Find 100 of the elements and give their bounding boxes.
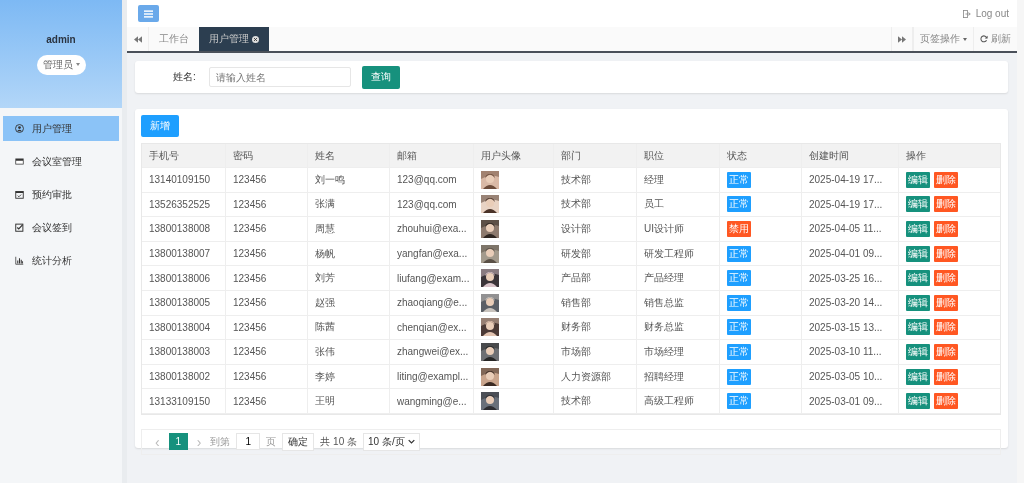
delete-button[interactable]: 删除: [934, 319, 958, 336]
refresh-icon: [980, 35, 988, 43]
field-label: 姓名:: [173, 70, 197, 84]
tab-actions-dropdown[interactable]: 页签操作: [913, 27, 973, 51]
double-left-arrow-icon: [133, 35, 142, 43]
page-input[interactable]: 1: [236, 433, 261, 451]
table-cell: 杨帆: [308, 241, 390, 266]
user-name: admin: [46, 33, 76, 45]
calendar-icon: [15, 190, 24, 199]
edit-button[interactable]: 编辑: [906, 294, 930, 311]
table-cell: 技术部: [554, 389, 637, 413]
status-tag: 正常: [727, 393, 751, 410]
column-header: 操作: [905, 148, 927, 163]
role-dropdown[interactable]: 管理员: [36, 54, 86, 75]
edit-button[interactable]: 编辑: [906, 171, 930, 188]
table-cell: 2025-04-19 17...: [802, 168, 899, 192]
table-cell: 123456: [226, 266, 308, 290]
page-button[interactable]: 1: [168, 433, 188, 451]
column-header: 手机号: [142, 144, 226, 167]
table-cell: 2025-04-01 09...: [802, 241, 899, 266]
next-page-button[interactable]: ›: [193, 433, 205, 450]
table-cell: yangfan@exa...: [390, 241, 474, 266]
column-header: 部门: [554, 144, 637, 167]
status-tag: 正常: [727, 245, 751, 262]
edit-button[interactable]: 编辑: [906, 319, 930, 336]
delete-button[interactable]: 删除: [934, 270, 958, 287]
confirm-button[interactable]: 确定: [282, 432, 315, 451]
table-cell: 陈茜: [308, 315, 390, 340]
delete-button[interactable]: 删除: [934, 196, 958, 213]
status-tag: 禁用: [727, 221, 751, 237]
table-cell: 123@qq.com: [390, 192, 474, 217]
menu-icon: [144, 9, 153, 18]
logout-button[interactable]: Log out: [962, 8, 1009, 19]
caret-icon: [75, 63, 80, 66]
status-tag: 正常: [727, 368, 751, 385]
delete-button[interactable]: 删除: [934, 221, 958, 237]
edit-button[interactable]: 编辑: [906, 221, 930, 237]
table-cell: 销售部: [554, 290, 637, 315]
delete-button[interactable]: 删除: [934, 343, 958, 360]
table-cell: 刘一鸣: [308, 168, 390, 192]
table-cell: 123456: [226, 364, 308, 389]
column-header: 邮箱: [390, 144, 474, 167]
table-cell: 研发工程师: [637, 241, 720, 266]
table-cell: 设计部: [554, 217, 637, 241]
sidebar-item[interactable]: 会议签到: [3, 215, 119, 240]
tab[interactable]: 工作台: [149, 27, 199, 51]
name-search-field[interactable]: 请输入姓名: [209, 67, 351, 87]
sidebar-item[interactable]: 会议室管理: [3, 149, 119, 174]
edit-button[interactable]: 编辑: [906, 393, 930, 410]
edit-button[interactable]: 编辑: [906, 343, 930, 360]
delete-button[interactable]: 删除: [934, 245, 958, 262]
table-cell: 2025-03-05 10...: [802, 364, 899, 389]
previous-page-button[interactable]: ‹: [152, 433, 163, 450]
logout-icon: [962, 9, 971, 18]
status-tag: 正常: [727, 319, 751, 336]
delete-button[interactable]: 删除: [934, 368, 958, 385]
chevron-down-icon: [407, 439, 415, 445]
table-cell: 经理: [637, 168, 720, 192]
table-cell: 员工: [637, 192, 720, 217]
table-cell: zhangwei@ex...: [390, 340, 474, 364]
table-cell: 市场经理: [637, 340, 720, 364]
table-cell: 123456: [226, 192, 308, 217]
table-cell: 赵强: [308, 290, 390, 315]
add-button[interactable]: 新增: [141, 115, 179, 137]
table-cell: liting@exampl...: [390, 364, 474, 389]
edit-button[interactable]: 编辑: [906, 368, 930, 385]
page-size-dropdown[interactable]: 10 条/页: [363, 432, 420, 451]
delete-button[interactable]: 删除: [934, 171, 958, 188]
table-cell: 123456: [226, 168, 308, 192]
delete-button[interactable]: 删除: [934, 294, 958, 311]
sidebar-item[interactable]: 用户管理: [3, 116, 119, 141]
edit-button[interactable]: 编辑: [906, 270, 930, 287]
card-icon: [15, 157, 24, 166]
edit-button[interactable]: 编辑: [906, 196, 930, 213]
table-cell: 市场部: [554, 340, 637, 364]
status-tag: 正常: [727, 294, 751, 311]
table-cell: 高级工程师: [637, 389, 720, 413]
search-button[interactable]: 查询: [362, 65, 400, 89]
table-cell: 张伟: [308, 340, 390, 364]
table-cell: 产品部: [554, 266, 637, 290]
table-cell: 13800138002: [142, 364, 226, 389]
table-cell: 13800138008: [142, 217, 226, 241]
table-cell: chenqian@ex...: [390, 315, 474, 340]
edit-button[interactable]: 编辑: [906, 245, 930, 262]
table-cell: 13800138006: [142, 266, 226, 290]
table-cell: 13140109150: [142, 168, 226, 192]
sidebar-item[interactable]: 统计分析: [3, 248, 119, 273]
menu-button[interactable]: [138, 5, 159, 22]
table-cell: 张满: [308, 192, 390, 217]
user-icon: [15, 124, 24, 133]
sidebar-item[interactable]: 预约审批: [3, 182, 119, 207]
scroll-right-button[interactable]: [891, 27, 913, 51]
table-cell: 13526352525: [142, 192, 226, 217]
column-header: 用户头像: [474, 144, 554, 167]
close-icon[interactable]: [252, 35, 259, 43]
status-tag: 正常: [727, 196, 751, 213]
table-cell: UI设计师: [637, 217, 720, 241]
delete-button[interactable]: 删除: [934, 393, 958, 410]
tab[interactable]: 用户管理: [199, 27, 269, 51]
table-cell: 财务总监: [637, 315, 720, 340]
